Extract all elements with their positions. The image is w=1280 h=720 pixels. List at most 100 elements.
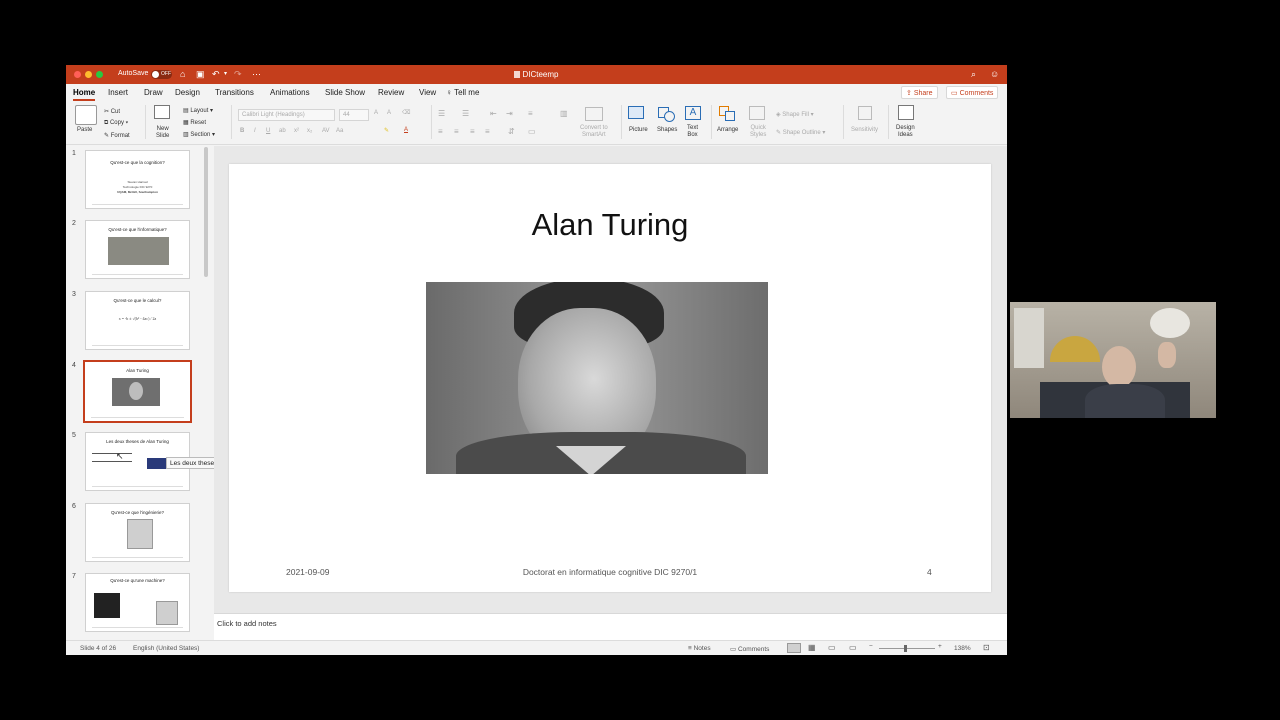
reset-button[interactable]: ▦ Reset — [183, 119, 206, 126]
notes-toggle[interactable]: ≡ Notes — [688, 645, 711, 652]
layout-button[interactable]: ▤ Layout ▾ — [183, 107, 213, 114]
slide-thumbnail-3[interactable]: Qu'est-ce que le calcul? x = -b ± √(b² -… — [85, 291, 190, 350]
quick-styles-icon[interactable] — [749, 106, 765, 120]
bullets-icon[interactable]: ☰ — [438, 109, 445, 118]
thumb-title: Alan Turing — [126, 368, 149, 373]
change-case-icon[interactable]: Aa — [336, 128, 343, 134]
copy-label: Copy — [109, 120, 124, 126]
zoom-slider-handle[interactable] — [904, 645, 907, 652]
sensitivity-icon[interactable] — [858, 106, 872, 120]
strikethrough-icon[interactable]: ab — [279, 128, 286, 134]
slide-thumbnail-4-selected[interactable]: Alan Turing — [83, 360, 192, 423]
decrease-indent-icon[interactable]: ⇤ — [490, 109, 497, 118]
new-slide-icon[interactable] — [154, 105, 170, 119]
columns-icon[interactable]: ▥ — [560, 109, 568, 118]
convert-smartart-button[interactable]: Convert to SmartArt — [580, 125, 608, 139]
highlight-icon[interactable]: ✎ — [384, 127, 389, 134]
text-direction-icon[interactable]: ⇵ — [508, 127, 515, 136]
comments-button[interactable]: ▭ Comments — [946, 86, 999, 99]
picture-button[interactable]: Picture — [629, 127, 648, 133]
underline-icon[interactable]: U — [266, 128, 270, 134]
tab-slide-show[interactable]: Slide Show — [325, 88, 365, 97]
video-call-thumbnail[interactable] — [1010, 302, 1216, 418]
notes-pane[interactable]: Click to add notes — [214, 613, 1007, 640]
tell-me-search[interactable]: ♀ Tell me — [446, 88, 479, 97]
align-right-icon[interactable]: ≡ — [470, 127, 475, 136]
align-text-icon[interactable]: ▭ — [528, 127, 536, 136]
slideshow-icon[interactable]: ▭ — [849, 643, 857, 652]
tab-transitions[interactable]: Transitions — [215, 88, 254, 97]
paste-icon[interactable] — [75, 105, 97, 125]
tab-design[interactable]: Design — [175, 88, 200, 97]
current-slide[interactable]: Alan Turing 2021-09-09 Doctorat en infor… — [229, 164, 991, 592]
align-left-icon[interactable]: ≡ — [438, 127, 443, 136]
line-spacing-icon[interactable]: ≡ — [528, 109, 533, 118]
copy-button[interactable]: ⧉ Copy ▾ — [104, 120, 128, 127]
paste-button[interactable]: Paste — [77, 127, 92, 133]
tab-animations[interactable]: Animations — [270, 88, 310, 97]
tab-review[interactable]: Review — [378, 88, 404, 97]
sketch-thumb — [127, 519, 153, 549]
sensitivity-button[interactable]: Sensitivity — [851, 127, 878, 133]
tab-insert[interactable]: Insert — [108, 88, 128, 97]
slide-thumbnail-1[interactable]: Qu'est-ce que la cognition? Stevan Harna… — [85, 150, 190, 209]
smartart-icon[interactable] — [585, 107, 603, 121]
design-ideas-button[interactable]: Design Ideas — [896, 125, 915, 139]
zoom-slider[interactable] — [879, 648, 935, 649]
shape-fill-button[interactable]: ◈ Shape Fill ▾ — [776, 111, 814, 118]
reading-view-icon[interactable]: ▭ — [828, 643, 836, 652]
increase-font-icon[interactable]: A — [374, 110, 378, 116]
arrange-icon-back — [725, 111, 735, 121]
zoom-level[interactable]: 138% — [954, 645, 971, 652]
text-box-button[interactable]: Text Box — [687, 125, 698, 139]
zoom-out-icon[interactable]: − — [869, 643, 873, 650]
picture-icon[interactable] — [628, 106, 644, 119]
tab-home[interactable]: Home — [73, 88, 96, 101]
tab-draw[interactable]: Draw — [144, 88, 163, 97]
slide-thumbnail-2[interactable]: Qu'est-ce que l'informatique? — [85, 220, 190, 279]
account-icon[interactable]: ☺ — [990, 69, 999, 79]
alan-turing-photo[interactable] — [426, 282, 768, 474]
language-indicator[interactable]: English (United States) — [133, 645, 199, 652]
numbering-icon[interactable]: ☰ — [462, 109, 469, 118]
cut-button[interactable]: ✂ Cut — [104, 108, 120, 115]
brush-icon: ✎ — [104, 133, 110, 139]
zoom-in-icon[interactable]: + — [938, 643, 942, 650]
char-spacing-icon[interactable]: AV — [322, 128, 330, 134]
align-center-icon[interactable]: ≡ — [454, 127, 459, 136]
slide-title[interactable]: Alan Turing — [229, 207, 991, 243]
comments-toggle[interactable]: ▭ Comments — [730, 645, 769, 653]
section-button[interactable]: ▥ Section ▾ — [183, 131, 215, 138]
clear-format-icon[interactable]: ⌫ — [402, 109, 410, 116]
shape-outline-button[interactable]: ✎ Shape Outline ▾ — [776, 129, 825, 136]
font-color-icon[interactable]: A — [404, 127, 408, 133]
textbox-icon[interactable]: A — [685, 106, 701, 120]
italic-icon[interactable]: I — [254, 128, 256, 134]
tab-view[interactable]: View — [419, 88, 436, 97]
bold-icon[interactable]: B — [240, 128, 244, 134]
notes-placeholder[interactable]: Click to add notes — [217, 619, 277, 628]
decrease-font-icon[interactable]: A — [387, 110, 391, 116]
arrange-button[interactable]: Arrange — [717, 127, 738, 133]
share-button[interactable]: ⇪ Share — [901, 86, 938, 99]
slide-thumbnail-6[interactable]: Qu'est-ce que l'ingénierie? — [85, 503, 190, 562]
design-ideas-icon[interactable] — [898, 105, 914, 120]
thumbnails-scrollbar[interactable] — [204, 147, 208, 277]
format-painter-button[interactable]: ✎ Format — [104, 132, 130, 139]
font-size-select[interactable]: 44 — [339, 109, 369, 121]
thumb-title: Les deux theses de Alan Turing — [106, 439, 169, 444]
increase-indent-icon[interactable]: ⇥ — [506, 109, 513, 118]
normal-view-icon[interactable] — [787, 643, 801, 653]
subscript-icon[interactable]: x₂ — [307, 128, 312, 134]
quick-styles-button[interactable]: Quick Styles — [750, 125, 766, 139]
slide-thumbnail-7[interactable]: Qu'est-ce qu'une machine? — [85, 573, 190, 632]
font-name-select[interactable]: Calibri Light (Headings) — [238, 109, 335, 121]
superscript-icon[interactable]: x² — [294, 128, 299, 134]
search-icon[interactable]: ⌕ — [971, 69, 976, 79]
new-slide-button[interactable]: New Slide — [156, 126, 169, 140]
fit-to-window-icon[interactable]: ⊡ — [983, 643, 990, 652]
pen-icon: ✎ — [776, 130, 782, 136]
justify-icon[interactable]: ≡ — [485, 127, 490, 136]
slide-sorter-icon[interactable]: ▦ — [808, 643, 816, 652]
shapes-button[interactable]: Shapes — [657, 127, 677, 133]
